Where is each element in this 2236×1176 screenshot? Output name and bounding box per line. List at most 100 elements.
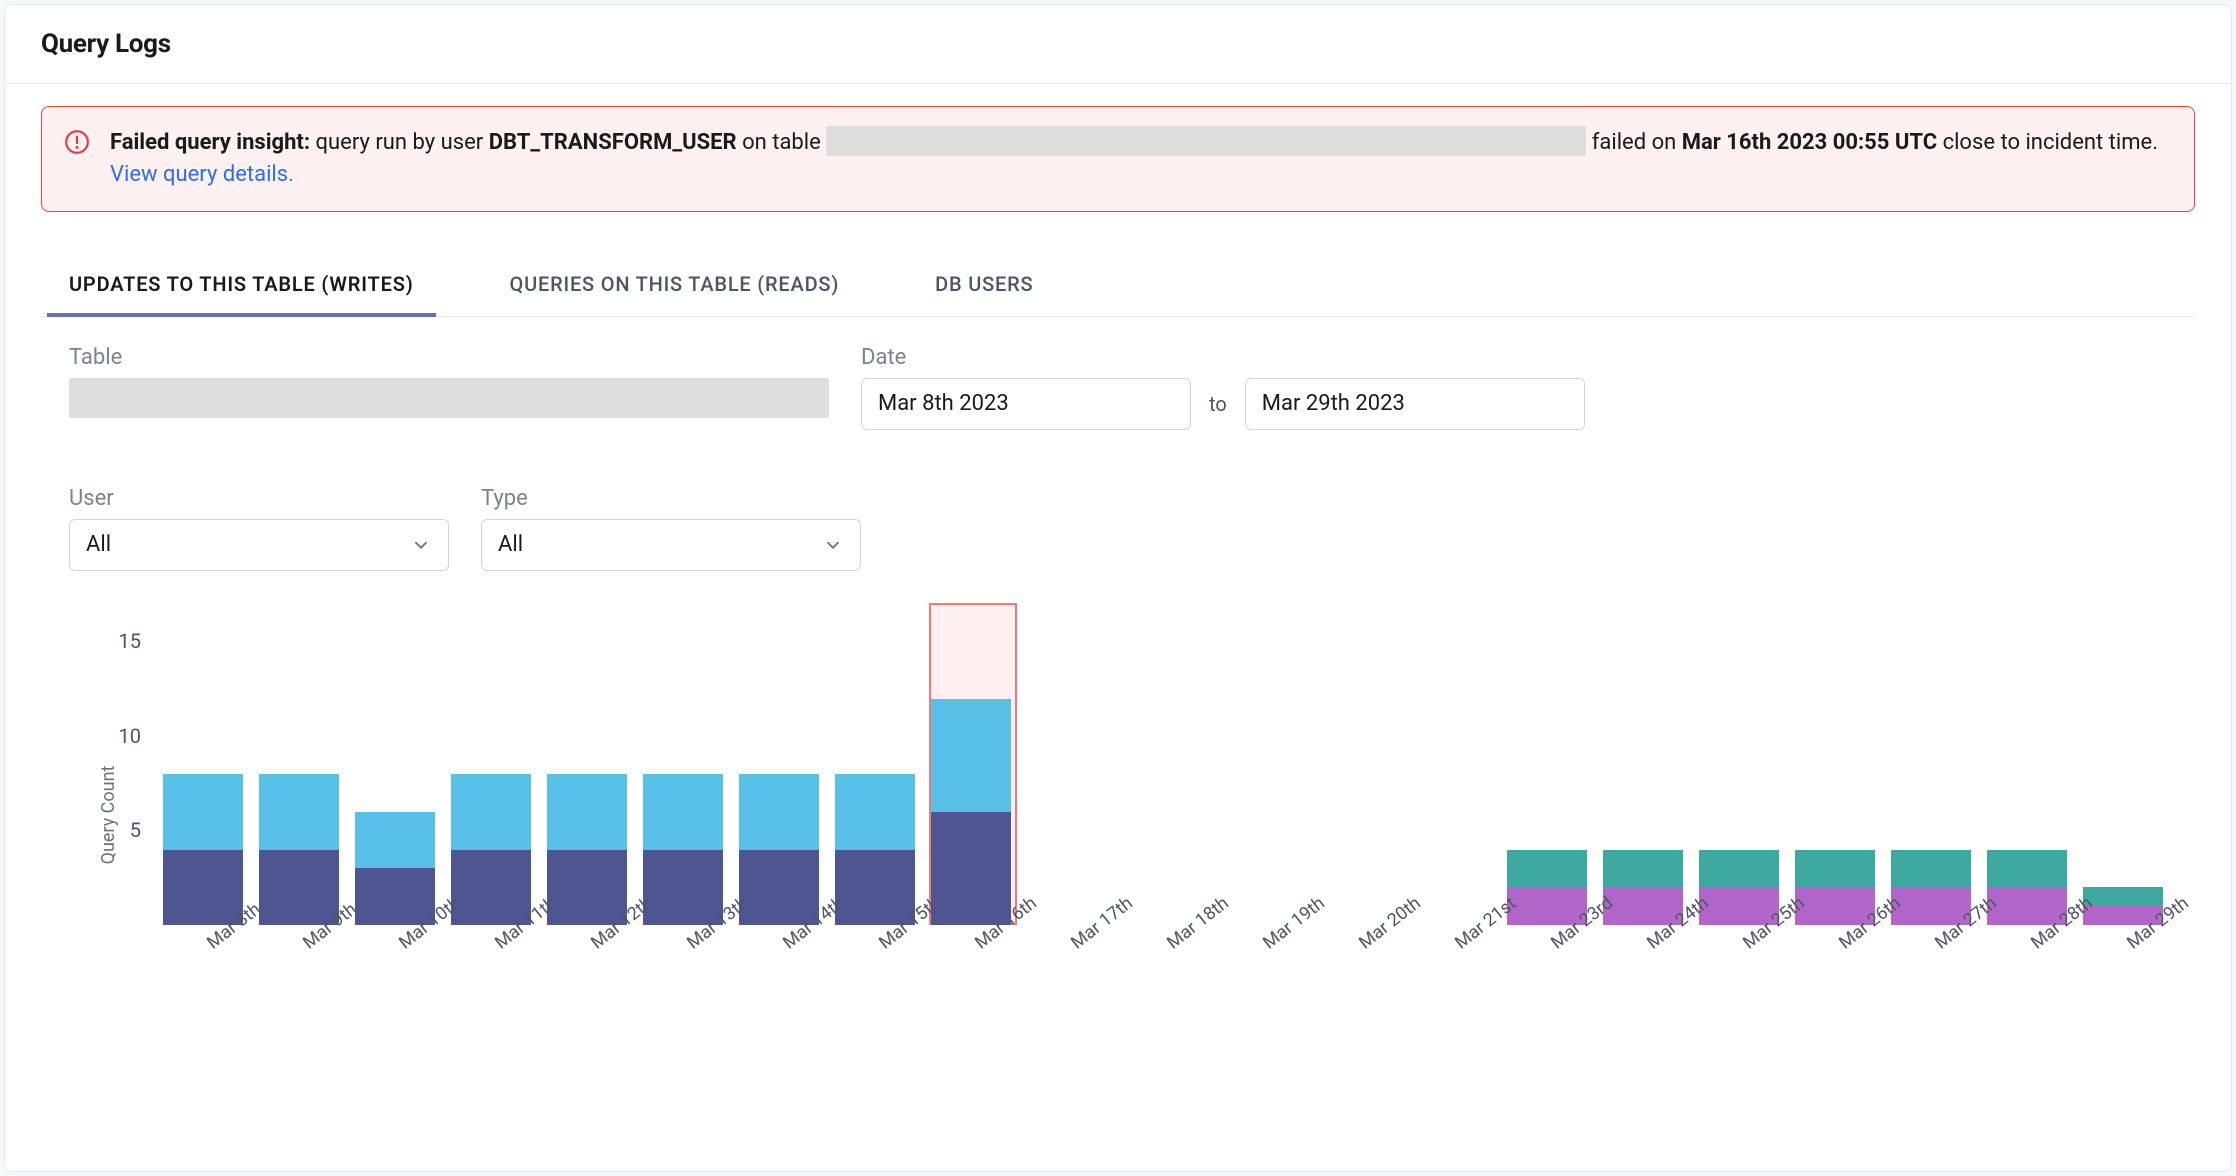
filter-user-group: User All: [69, 486, 449, 571]
bar-slot[interactable]: [1883, 605, 1979, 925]
bars: [155, 605, 2171, 925]
date-to-separator: to: [1209, 392, 1227, 416]
x-ticks: Mar 8thMar 9thMar 10thMar 11thMar 12thMa…: [155, 929, 2171, 1025]
bar-segment: [2083, 887, 2164, 906]
x-tick: Mar 21st: [1403, 929, 1499, 1025]
bar-slot[interactable]: [731, 605, 827, 925]
bar-slot[interactable]: [923, 605, 1019, 925]
bar-stack: [835, 774, 916, 925]
redacted-table-name: [826, 126, 1586, 156]
type-select[interactable]: All: [481, 519, 861, 571]
bar-stack: [739, 774, 820, 925]
view-query-details-link[interactable]: View query details.: [110, 162, 294, 187]
alert-user: DBT_TRANSFORM_USER: [489, 130, 737, 155]
filter-date-group: Date Mar 8th 2023 to Mar 29th 2023: [861, 345, 1585, 430]
x-tick: Mar 10th: [347, 929, 443, 1025]
date-from-input[interactable]: Mar 8th 2023: [861, 378, 1191, 430]
bar-segment: [931, 812, 1012, 925]
bar-segment: [1507, 850, 1588, 888]
card-header: Query Logs: [5, 5, 2231, 84]
date-to-input[interactable]: Mar 29th 2023: [1245, 378, 1585, 430]
bar-slot[interactable]: [539, 605, 635, 925]
bar-segment: [1699, 850, 1780, 888]
card-body: Failed query insight: query run by user …: [5, 84, 2231, 1025]
chevron-down-icon: [410, 534, 432, 556]
user-select[interactable]: All: [69, 519, 449, 571]
x-tick: Mar 12th: [539, 929, 635, 1025]
x-tick: Mar 26th: [1787, 929, 1883, 1025]
failed-query-alert: Failed query insight: query run by user …: [41, 106, 2195, 212]
x-tick: Mar 16th: [923, 929, 1019, 1025]
bar-slot[interactable]: [1499, 605, 1595, 925]
bar-slot[interactable]: [1595, 605, 1691, 925]
bar-slot[interactable]: [347, 605, 443, 925]
bar-stack: [163, 774, 244, 925]
x-tick: Mar 11th: [443, 929, 539, 1025]
filter-table-label: Table: [69, 345, 829, 370]
tab-0[interactable]: UPDATES TO THIS TABLE (WRITES): [69, 256, 414, 316]
bar-slot[interactable]: [251, 605, 347, 925]
bar-slot[interactable]: [635, 605, 731, 925]
x-tick: Mar 13th: [635, 929, 731, 1025]
x-tick: Mar 14th: [731, 929, 827, 1025]
y-tick-label: 15: [119, 629, 155, 653]
bar-slot[interactable]: [1403, 605, 1499, 925]
bar-segment: [259, 774, 340, 849]
tabs: UPDATES TO THIS TABLE (WRITES) QUERIES ON…: [41, 256, 2195, 317]
bar-slot[interactable]: [1019, 605, 1115, 925]
bar-stack: [259, 774, 340, 925]
date-range-row: Mar 8th 2023 to Mar 29th 2023: [861, 378, 1585, 430]
y-axis-label: Query Count: [98, 765, 119, 864]
bar-slot[interactable]: [155, 605, 251, 925]
filter-table-group: Table: [69, 345, 829, 430]
x-tick: Mar 23rd: [1499, 929, 1595, 1025]
bar-slot[interactable]: [1979, 605, 2075, 925]
x-tick: Mar 25th: [1691, 929, 1787, 1025]
bar-segment: [355, 812, 436, 868]
bar-slot[interactable]: [443, 605, 539, 925]
alert-text: Failed query insight: query run by user …: [110, 127, 2166, 191]
x-tick: Mar 27th: [1883, 929, 1979, 1025]
alert-icon: [64, 129, 90, 155]
x-tick: Mar 17th: [1019, 929, 1115, 1025]
bar-slot[interactable]: [827, 605, 923, 925]
bar-segment: [931, 699, 1012, 812]
bar-slot[interactable]: [2075, 605, 2171, 925]
bar-segment: [451, 774, 532, 849]
x-tick: Mar 24th: [1595, 929, 1691, 1025]
tab-2[interactable]: DB USERS: [935, 256, 1033, 316]
bar-slot[interactable]: [1307, 605, 1403, 925]
bar-slot[interactable]: [1787, 605, 1883, 925]
x-tick: Mar 15th: [827, 929, 923, 1025]
tab-1[interactable]: QUERIES ON THIS TABLE (READS): [510, 256, 840, 316]
bar-slot[interactable]: [1115, 605, 1211, 925]
x-tick: Mar 28th: [1979, 929, 2075, 1025]
bar-segment: [1795, 850, 1876, 888]
bar-slot[interactable]: [1691, 605, 1787, 925]
alert-timestamp: Mar 16th 2023 00:55 UTC: [1682, 130, 1937, 155]
chevron-down-icon: [822, 534, 844, 556]
bar-segment: [739, 774, 820, 849]
alert-prefix: Failed query insight:: [110, 130, 310, 155]
bar-stack: [547, 774, 628, 925]
filter-table-value-redacted[interactable]: [69, 378, 829, 418]
bar-stack: [931, 699, 1012, 925]
filter-type-group: Type All: [481, 486, 861, 571]
bar-segment: [1603, 850, 1684, 888]
y-tick-label: 5: [130, 818, 155, 842]
bar-segment: [547, 774, 628, 849]
query-logs-card: Query Logs Failed query insight: query r…: [4, 4, 2232, 1172]
bar-stack: [355, 812, 436, 925]
filters: Table Date Mar 8th 2023 to Mar 29th 2023…: [41, 317, 2195, 571]
plot-area: 51015: [155, 605, 2171, 925]
chart: Query Count 51015 Mar 8thMar 9thMar 10th…: [65, 605, 2171, 1025]
x-tick: Mar 9th: [251, 929, 347, 1025]
filter-user-label: User: [69, 486, 449, 511]
bar-segment: [643, 774, 724, 849]
bar-slot[interactable]: [1211, 605, 1307, 925]
x-tick: Mar 20th: [1307, 929, 1403, 1025]
bar-stack: [451, 774, 532, 925]
bar-segment: [835, 774, 916, 849]
x-tick: Mar 29th: [2075, 929, 2171, 1025]
x-tick: Mar 8th: [155, 929, 251, 1025]
